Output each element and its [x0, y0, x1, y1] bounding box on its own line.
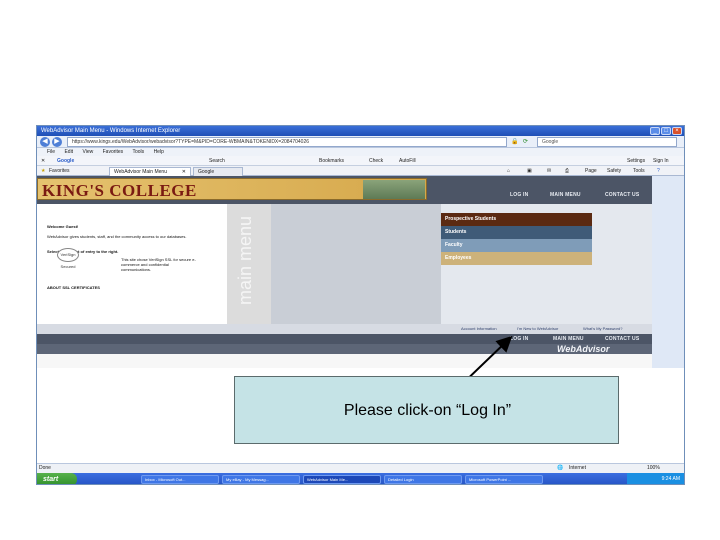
footer-links: Account Information I'm New to WebAdviso…	[37, 324, 652, 334]
menu-students[interactable]: Students	[441, 226, 592, 239]
footer-contact-us[interactable]: CONTACT US	[605, 336, 639, 342]
toolbar-settings-button[interactable]: Settings	[627, 156, 645, 166]
new-to-webadvisor-link[interactable]: I'm New to WebAdvisor	[517, 324, 558, 334]
main-menu-label: main menu	[235, 216, 255, 306]
footer-main-menu[interactable]: MAIN MENU	[553, 336, 584, 342]
safety-menu[interactable]: Safety	[607, 166, 621, 176]
forward-button[interactable]: ▶	[52, 137, 62, 147]
menu-edit[interactable]: Edit	[64, 149, 73, 155]
tools-menu[interactable]: Tools	[633, 166, 645, 176]
verisign-text: This site chose VeriSign SSL for secure …	[121, 257, 196, 272]
tab-google-label: Google	[198, 169, 215, 175]
task-outlook[interactable]: Inbox - Microsoft Out...	[141, 475, 219, 484]
menu-faculty[interactable]: Faculty	[441, 239, 592, 252]
autofill-button[interactable]: AutoFill	[399, 156, 416, 166]
menu-help[interactable]: Help	[154, 149, 164, 155]
site-logo[interactable]: KING'S COLLEGE	[37, 178, 427, 200]
search-button[interactable]: Search	[209, 156, 225, 166]
instruction-callout: Please click-on “Log In”	[234, 376, 619, 444]
start-button[interactable]: start	[37, 473, 77, 484]
intro-text: WebAdvisor gives students, staff, and th…	[47, 234, 187, 239]
verisign-seal[interactable]: VeriSign Secured	[57, 248, 79, 269]
task-ebay[interactable]: My eBay - My Messag...	[222, 475, 300, 484]
webadvisor-logo: WebAdvisor	[557, 344, 610, 354]
status-bar: Done 🌐 Internet 100%	[37, 463, 684, 473]
page-menu[interactable]: Page	[585, 166, 597, 176]
mail-icon[interactable]: ✉	[547, 166, 551, 176]
menu-file[interactable]: File	[47, 149, 55, 155]
close-tab-icon[interactable]: ✕	[182, 168, 186, 176]
menu-employees[interactable]: Employees	[441, 252, 592, 265]
menu-favorites[interactable]: Favorites	[103, 149, 124, 155]
maximize-button[interactable]: □	[661, 127, 671, 135]
menu-prospective-students[interactable]: Prospective Students	[441, 213, 592, 226]
webpage: KING'S COLLEGE LOG IN MAIN MENU CONTACT …	[37, 176, 652, 368]
tab-webadvisor-label: WebAdvisor Main Menu	[114, 169, 167, 175]
address-toolbar: ◀ ▶ https://www.kings.edu/WebAdvisor/web…	[37, 136, 684, 148]
close-button[interactable]: ×	[672, 127, 682, 135]
task-detailed-login[interactable]: Detailed Login	[384, 475, 462, 484]
home-icon[interactable]: ⌂	[507, 166, 510, 176]
sign-in-button[interactable]: Sign In	[653, 156, 669, 166]
nav-main-menu[interactable]: MAIN MENU	[550, 192, 581, 198]
google-logo: Google	[57, 158, 75, 164]
system-tray: 9:24 AM	[627, 473, 684, 484]
nav-contact-us[interactable]: CONTACT US	[605, 192, 639, 198]
print-icon[interactable]: ⎙	[565, 166, 569, 176]
globe-icon: 🌐	[557, 465, 564, 471]
google-toolbar: ✕ Google Search Bookmarks Check AutoFill…	[37, 156, 684, 166]
welcome-heading: Welcome Guest!	[47, 224, 79, 229]
title-bar: WebAdvisor Main Menu - Windows Internet …	[37, 126, 684, 136]
tab-webadvisor[interactable]: WebAdvisor Main Menu ✕	[109, 167, 191, 176]
feeds-icon[interactable]: ▣	[527, 166, 532, 176]
site-header: KING'S COLLEGE LOG IN MAIN MENU CONTACT …	[37, 176, 652, 204]
lock-icon[interactable]: 🔒	[511, 138, 518, 145]
tab-bar: ★ Favorites WebAdvisor Main Menu ✕ Googl…	[37, 166, 684, 176]
zoom-level[interactable]: 100%	[647, 464, 660, 473]
clock: 9:24 AM	[661, 476, 680, 482]
task-webadvisor[interactable]: WebAdvisor Main Me...	[303, 475, 381, 484]
close-toolbar-icon[interactable]: ✕	[41, 156, 45, 166]
status-text: Done	[39, 465, 51, 471]
search-input[interactable]: Google	[537, 137, 677, 147]
favorites-button[interactable]: Favorites	[49, 166, 70, 176]
footer-nav: LOG IN MAIN MENU CONTACT US	[37, 334, 652, 344]
bookmarks-button[interactable]: Bookmarks	[319, 156, 344, 166]
nav-log-in[interactable]: LOG IN	[510, 192, 528, 198]
check-button[interactable]: Check	[369, 156, 383, 166]
address-input[interactable]: https://www.kings.edu/WebAdvisor/webadvi…	[67, 137, 507, 147]
star-icon[interactable]: ★	[41, 166, 45, 176]
minimize-button[interactable]: _	[650, 127, 660, 135]
window-title: WebAdvisor Main Menu - Windows Internet …	[41, 128, 181, 134]
menu-bar: File Edit View Favorites Tools Help	[37, 148, 684, 156]
instruction-text: Please click-on “Log In”	[343, 402, 512, 419]
back-button[interactable]: ◀	[40, 137, 50, 147]
taskbar: start Inbox - Microsoft Out... My eBay -…	[37, 473, 684, 484]
task-powerpoint[interactable]: Microsoft PowerPoint ...	[465, 475, 543, 484]
refresh-icon[interactable]: ⟳	[523, 138, 528, 145]
tab-google[interactable]: Google	[193, 167, 243, 176]
about-ssl-link[interactable]: ABOUT SSL CERTIFICATES	[47, 285, 100, 290]
zone-text: Internet	[569, 465, 586, 471]
menu-view[interactable]: View	[82, 149, 93, 155]
logo-text: KING'S COLLEGE	[42, 181, 197, 200]
campus-photo	[363, 180, 425, 199]
center-panel	[271, 204, 441, 324]
help-icon[interactable]: ?	[657, 166, 660, 176]
password-link[interactable]: What's My Password?	[583, 324, 622, 334]
menu-tools[interactable]: Tools	[132, 149, 144, 155]
